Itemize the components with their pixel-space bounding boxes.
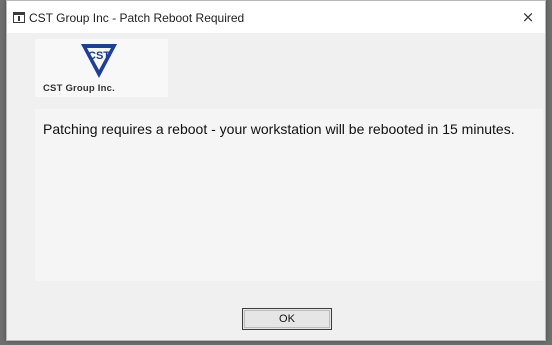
message-panel: Patching requires a reboot - your workst… [35,109,543,281]
cst-logo-icon: CST [81,44,117,78]
svg-text:CST: CST [88,50,110,62]
company-logo: CST CST Group Inc. [35,39,168,97]
ok-button[interactable]: OK [242,308,332,330]
close-icon[interactable]: × [519,8,537,26]
dialog-window: CST Group Inc - Patch Reboot Required × … [6,0,546,341]
window-app-icon [13,12,25,23]
reboot-message: Patching requires a reboot - your workst… [43,121,515,137]
title-bar[interactable]: CST Group Inc - Patch Reboot Required × [7,1,545,33]
company-name: CST Group Inc. [43,83,115,94]
window-title: CST Group Inc - Patch Reboot Required [29,11,245,25]
